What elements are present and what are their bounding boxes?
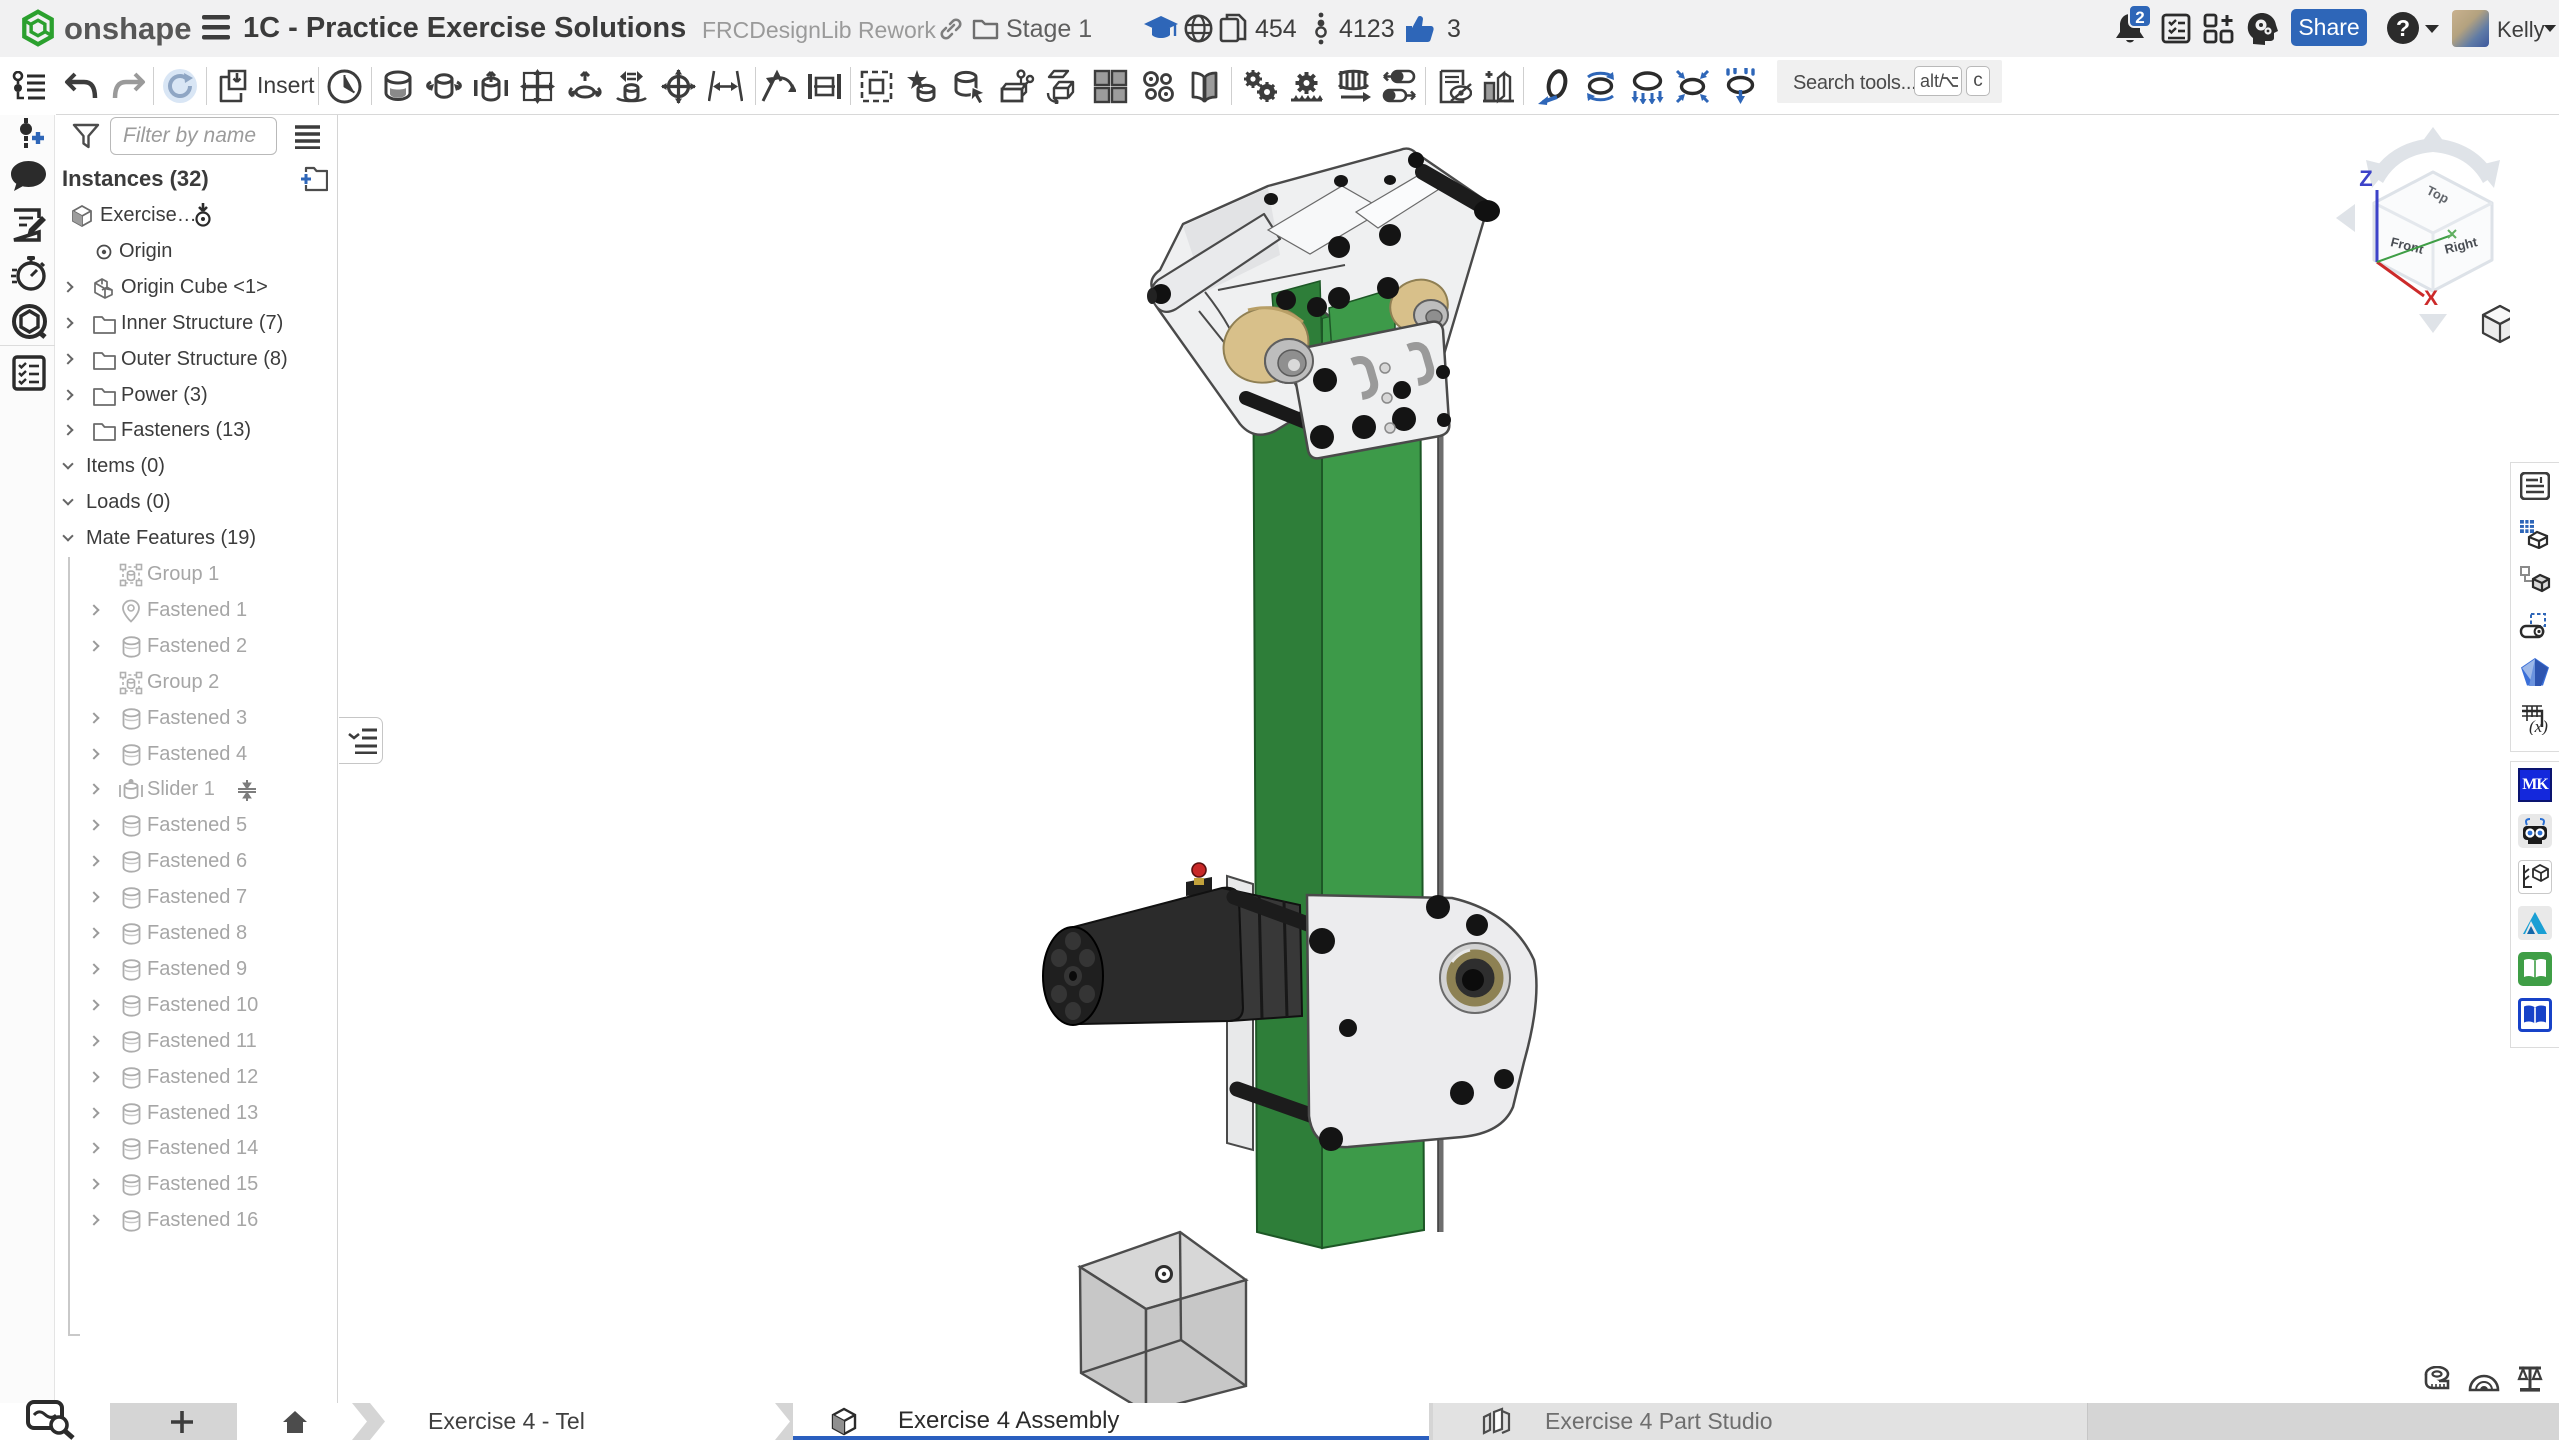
svg-text:(x): (x) (2529, 717, 2548, 735)
svg-text:Z: Z (2359, 166, 2372, 191)
svg-text:?: ? (2396, 15, 2410, 41)
svg-text:X: X (2424, 287, 2438, 310)
